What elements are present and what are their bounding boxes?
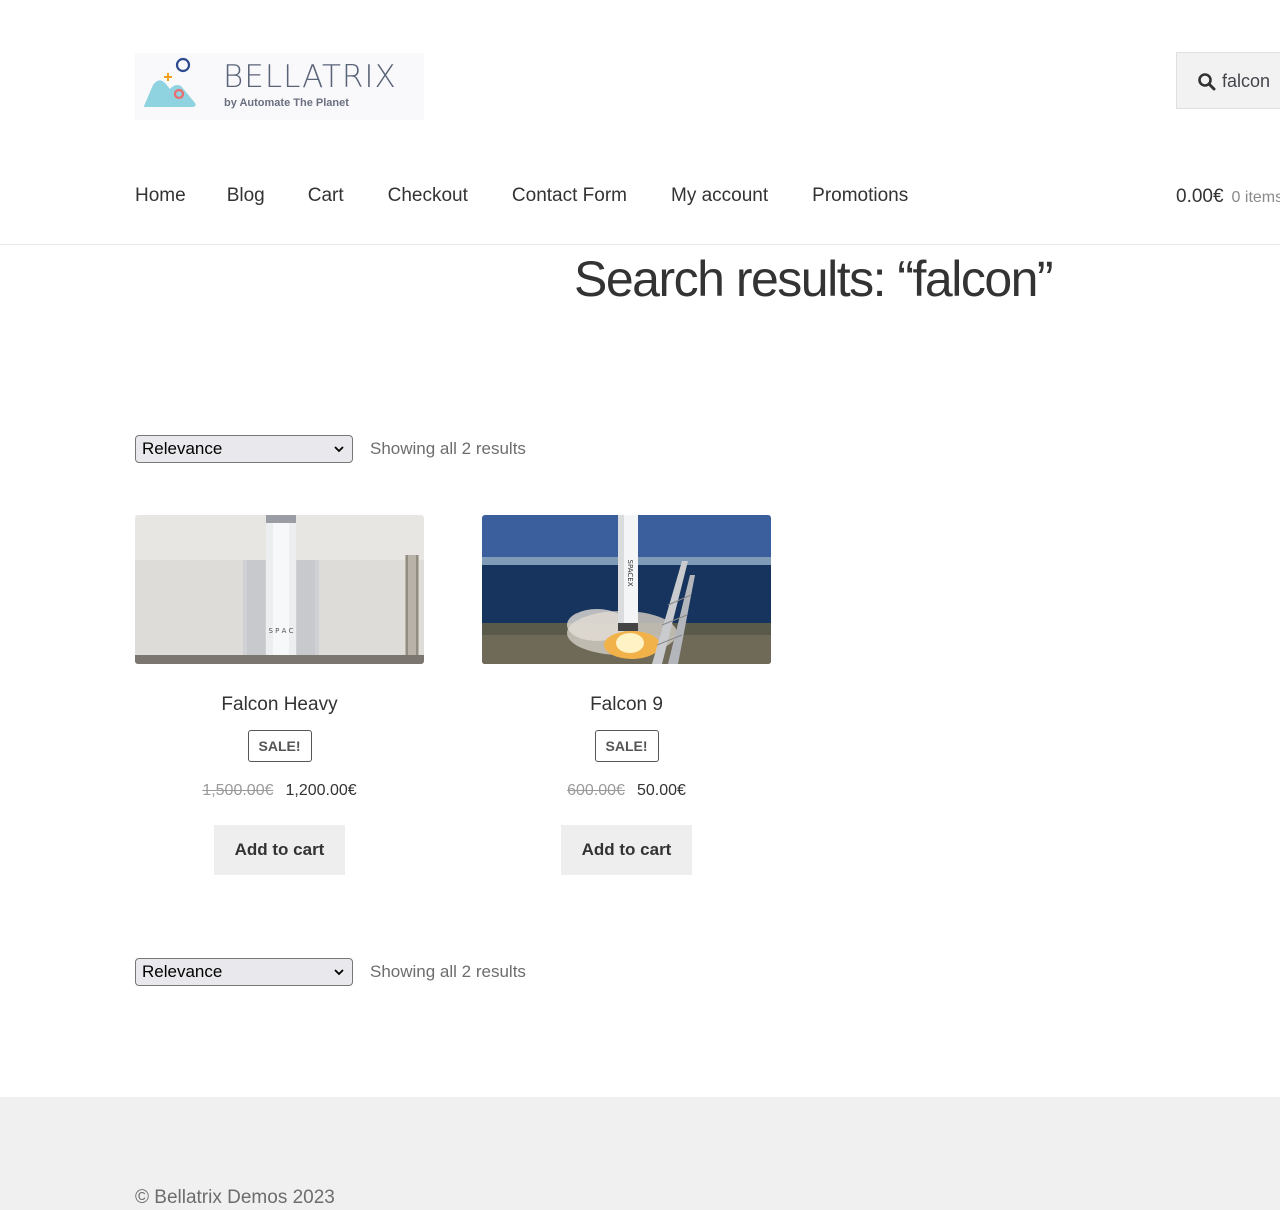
primary-navigation: Home Blog Cart Checkout Contact Form My … (135, 183, 908, 211)
nav-item-promotions[interactable]: Promotions (812, 183, 908, 211)
add-to-cart-button[interactable]: Add to cart (214, 825, 345, 875)
product-image-link[interactable]: SPACEX (482, 515, 771, 664)
search-icon (1198, 73, 1216, 91)
copyright-text: © Bellatrix Demos 2023 (135, 1187, 335, 1208)
nav-item-blog[interactable]: Blog (227, 183, 265, 211)
page-title: Search results: “falcon” (574, 251, 1054, 307)
svg-text:S P A C: S P A C (268, 627, 293, 635)
header-cart-link[interactable]: 0.00€ 0 items (1176, 184, 1280, 211)
product-image-link[interactable]: S P A C (135, 515, 424, 664)
sale-price: 1,200.00€ (285, 782, 357, 799)
product-price: 600.00€ 50.00€ (482, 778, 771, 804)
product-card: S P A C Falcon Heavy Sale! 1,500.00€ 1,20… (135, 515, 424, 875)
chevron-down-icon (334, 969, 344, 976)
header-divider (0, 244, 1280, 245)
sorting-bar-top: Relevance Showing all 2 results (135, 435, 635, 463)
search-input[interactable] (1222, 67, 1280, 95)
product-title[interactable]: Falcon 9 (482, 692, 771, 718)
nav-item-my-account[interactable]: My account (671, 183, 768, 211)
logo-subtitle: by Automate The Planet (224, 97, 349, 109)
result-count: Showing all 2 results (370, 439, 526, 458)
cart-item-count: 0 items (1231, 189, 1280, 206)
sort-selected-value: Relevance (142, 439, 223, 458)
nav-item-contact-form[interactable]: Contact Form (512, 183, 627, 211)
product-price: 1,500.00€ 1,200.00€ (135, 778, 424, 804)
search-box (1176, 52, 1280, 109)
svg-text:SPACEX: SPACEX (626, 560, 634, 587)
sort-selected-value: Relevance (142, 962, 223, 981)
sorting-bar-bottom: Relevance Showing all 2 results (135, 958, 635, 986)
original-price: 600.00€ (567, 782, 625, 799)
logo-title: BELLATRIX (223, 59, 397, 95)
nav-item-checkout[interactable]: Checkout (388, 183, 468, 211)
product-image: S P A C (135, 515, 424, 664)
nav-item-cart[interactable]: Cart (308, 183, 344, 211)
result-count: Showing all 2 results (370, 962, 526, 981)
logo-mountain-icon (143, 57, 196, 107)
site-logo[interactable]: BELLATRIX by Automate The Planet (135, 53, 424, 120)
sale-badge: Sale! (247, 730, 312, 762)
cart-total: 0.00€ (1176, 186, 1224, 207)
sale-price: 50.00€ (636, 782, 686, 799)
original-price: 1,500.00€ (202, 782, 274, 799)
sort-select[interactable]: Relevance (135, 435, 353, 463)
sale-badge: Sale! (594, 730, 659, 762)
add-to-cart-button[interactable]: Add to cart (561, 825, 692, 875)
site-footer: © Bellatrix Demos 2023 (0, 1097, 1280, 1210)
chevron-down-icon (334, 446, 344, 453)
sort-select[interactable]: Relevance (135, 958, 353, 986)
nav-item-home[interactable]: Home (135, 183, 186, 211)
product-title[interactable]: Falcon Heavy (135, 692, 424, 718)
product-card: SPACEX Falcon 9 Sale! 600.00€ 50.00€ Add … (482, 515, 771, 875)
product-image: SPACEX (482, 515, 771, 664)
